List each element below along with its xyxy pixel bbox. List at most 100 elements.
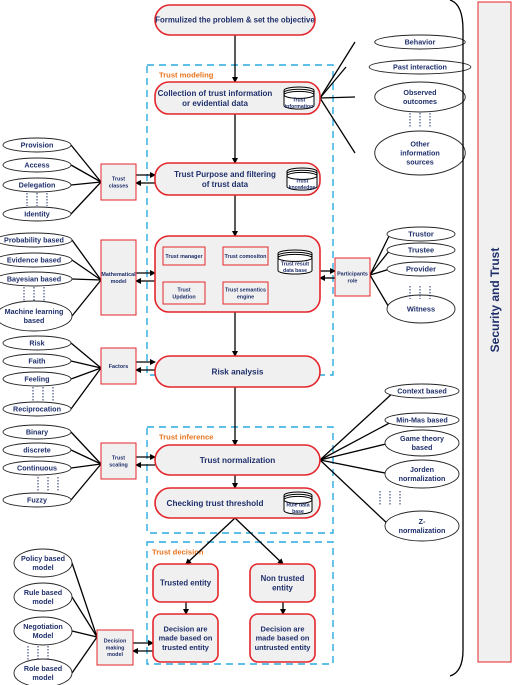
trust-framework-diagram: Trust modelingTrust inferenceTrust decis… — [0, 0, 512, 685]
connector-decision-making-label: making — [106, 645, 125, 651]
info-source-item: Behavior — [374, 34, 466, 50]
process-trust-normalization-label: Trust normalization — [200, 456, 276, 465]
trust-scale-item: Continuous — [2, 460, 72, 476]
core-trust-semantics-label: engine — [237, 294, 254, 300]
trust-scale-item-label: Fuzzy — [27, 496, 47, 505]
fan-line — [70, 144, 102, 183]
core-trust-updation-label: Updation — [172, 294, 195, 300]
math-model-item-label: Bayesian based — [7, 275, 61, 284]
db-trust-result-label: data base — [283, 268, 307, 274]
info-source-item: Observedoutcomes — [374, 81, 466, 113]
normalization-item: Jordennormalization — [384, 459, 460, 489]
math-model-item: Machine learningbased — [0, 300, 73, 332]
core-trust-composition: Trust comositon — [222, 246, 269, 266]
process-risk-analysis: Risk analysis — [154, 355, 321, 388]
participant-item-label: Witness — [407, 305, 435, 314]
fan-line — [71, 636, 98, 674]
db-rule-data-label: Rule data — [286, 503, 309, 509]
decision-model-item-label: Policy based — [21, 554, 65, 563]
flow-arrow — [185, 517, 236, 565]
trust-class-item: Identity — [2, 206, 72, 222]
process-non-trusted-entity: Non trustedentity — [249, 563, 316, 603]
trust-class-item: Provision — [2, 137, 72, 153]
info-source-item-label: Observed — [403, 88, 436, 97]
connector-mathematical-model-label: model — [111, 279, 127, 285]
factor-item: Feeling — [2, 371, 72, 387]
connector-trust-classes-label: Trust — [112, 177, 125, 183]
trust-class-item: Delegation — [2, 177, 72, 193]
connector-trust-scaling: Trustscaling — [100, 442, 137, 480]
normalization-item: Context based — [384, 383, 460, 399]
decision-model-item: Role basedmodel — [13, 658, 73, 685]
participant-item: Provider — [386, 261, 456, 277]
process-trusted-entity-label: Trusted entity — [160, 579, 212, 588]
participant-item: Trustee — [386, 242, 456, 258]
trust-scale-item-label: Continuous — [17, 464, 57, 473]
fan-line — [71, 278, 102, 281]
math-model-item: Probability based — [0, 232, 73, 248]
db-rule-data-label: base — [292, 509, 304, 515]
normalization-item: Min-Mas based — [384, 412, 460, 428]
core-trust-manager: Trust manager — [162, 246, 206, 266]
process-non-trusted-entity-label: Non trusted — [261, 574, 305, 583]
decision-model-item-label: model — [32, 563, 53, 572]
normalization-item-label: based — [412, 443, 433, 452]
connector-decision-making: Decisionmakingmodel — [96, 629, 134, 666]
fan-line — [319, 41, 356, 99]
fan-line — [319, 459, 391, 527]
fan-line — [70, 463, 102, 469]
stage-label-trust-inference: Trust inference — [159, 433, 213, 442]
normalization-item-label: Game theory — [400, 434, 444, 443]
info-source-item-label: outcomes — [403, 97, 437, 106]
factor-item-label: Reciprocation — [13, 405, 61, 414]
trust-class-item-label: Delegation — [19, 181, 56, 190]
participant-item-label: Trustee — [408, 246, 434, 255]
diagram-shapes: Formulized the problem & set the objecti… — [0, 0, 512, 685]
normalization-item-label: Jorden — [410, 465, 434, 474]
normalization-item-label: normalization — [399, 526, 446, 535]
core-trust-manager-label: Trust manager — [165, 254, 203, 260]
math-model-item-label: Machine learning — [5, 307, 64, 316]
factor-item-label: Feeling — [24, 375, 49, 384]
connector-trust-scaling-label: scaling — [109, 462, 128, 468]
process-trusted-entity: Trusted entity — [152, 563, 219, 603]
normalization-item: Z-normalization — [384, 510, 460, 542]
fan-line — [369, 274, 391, 310]
decision-model-item-label: Role based — [24, 664, 62, 673]
flow-arrow — [234, 517, 284, 565]
participant-item-label: Trustor — [408, 230, 434, 239]
connector-participants-role: Participantsrole — [334, 257, 371, 297]
trust-scale-item: Fuzzy — [2, 492, 72, 508]
info-source-item-label: Past interaction — [393, 63, 447, 72]
process-decision-trusted-label: trusted entity — [162, 643, 210, 652]
db-trust-knowledge-label: knowledge — [289, 185, 316, 191]
stage-label-trust-modeling: Trust modeling — [159, 71, 214, 80]
decision-model-item-label: model — [32, 673, 53, 682]
core-trust-updation: TrustUpdation — [162, 281, 206, 305]
process-non-trusted-entity-label: entity — [272, 584, 293, 593]
fan-line — [70, 164, 102, 183]
decision-model-item-label: model — [32, 597, 53, 606]
process-decision-trusted: Decision aremade based ontrusted entity — [152, 613, 219, 663]
info-source-item-label: information — [400, 149, 440, 158]
fan-line — [70, 181, 102, 186]
process-purpose-label: Trust Purpose and filtering — [174, 170, 276, 179]
connector-trust-scaling-label: Trust — [112, 456, 125, 462]
db-trust-result-disk — [277, 253, 313, 262]
connector-participants-role-label: Participants — [337, 272, 368, 278]
connector-mathematical-model-label: Mathematical — [101, 272, 136, 278]
process-trust-threshold-label: Checking trust threshold — [167, 499, 264, 508]
process-decision-trusted-label: Decision are — [164, 624, 208, 633]
normalization-item-label: Min-Mas based — [396, 416, 448, 425]
factor-item: Risk — [2, 335, 72, 351]
process-decision-trusted-label: made based on — [159, 634, 213, 643]
factor-item: Reciprocation — [2, 401, 72, 417]
process-risk-analysis-label: Risk analysis — [212, 367, 264, 376]
participant-item: Witness — [386, 294, 456, 324]
trust-scale-item-label: Binary — [26, 428, 48, 437]
decision-model-item: Rule basedmodel — [13, 582, 73, 612]
fan-line — [71, 562, 98, 638]
info-source-item-label: Behavior — [405, 38, 436, 47]
info-source-item-label: Other — [410, 140, 429, 149]
connector-factors-label: Factors — [109, 364, 128, 370]
